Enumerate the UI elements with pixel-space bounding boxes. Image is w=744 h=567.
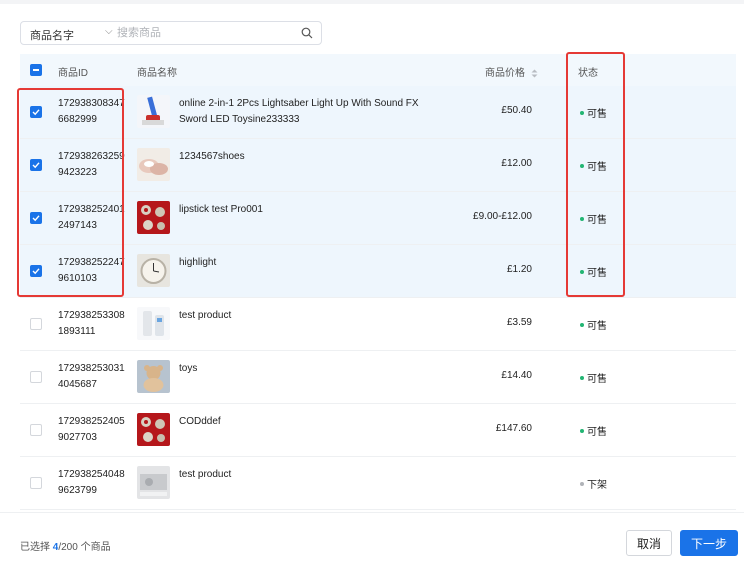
search-field-select[interactable]: 商品名字 — [30, 27, 74, 43]
product-thumbnail — [137, 413, 170, 446]
search-input[interactable] — [117, 25, 297, 41]
product-thumbnail — [137, 201, 170, 234]
header-product-id: 商品ID — [58, 68, 88, 79]
product-name: toys — [179, 363, 198, 374]
status-text: 可售 — [587, 374, 607, 385]
highlight-box-status — [566, 52, 625, 297]
table-row[interactable]: 1729382540489623799 test product 下架 — [20, 457, 736, 510]
selection-summary: 已选择 4/200 个商品 — [20, 542, 111, 553]
product-thumbnail — [137, 148, 170, 181]
status-dot-icon — [580, 482, 584, 487]
row-checkbox[interactable] — [30, 371, 42, 383]
status-badge: 可售 — [580, 423, 607, 438]
product-name: lipstick test Pro001 — [179, 204, 263, 215]
search-icon[interactable] — [301, 27, 313, 39]
product-name: test product — [179, 469, 232, 480]
table-row[interactable]: 1729383083476682999 online 2-in-1 2Pcs Li… — [20, 86, 736, 139]
product-price: £12.00 — [501, 158, 532, 169]
header-product-name: 商品名称 — [137, 68, 177, 79]
product-thumbnail — [137, 254, 170, 287]
status-dot-icon — [580, 376, 584, 381]
header-product-price[interactable]: 商品价格 — [485, 64, 538, 79]
status-text: 可售 — [587, 321, 607, 332]
table-row[interactable]: 1729382632599423223 1234567shoes £12.00 可售 — [20, 139, 736, 192]
product-price: £3.59 — [506, 317, 532, 328]
product-thumbnail — [137, 95, 170, 128]
product-id: 1729382540489623799 — [58, 469, 125, 496]
status-dot-icon — [580, 429, 584, 434]
product-name: test product — [179, 310, 232, 321]
status-badge: 可售 — [580, 317, 607, 332]
product-table: 商品ID 商品名称 商品价格 状态 1729383083476682999 onl… — [20, 54, 736, 510]
product-name: online 2-in-1 2Pcs Lightsaber Light Up W… — [179, 98, 419, 125]
product-thumbnail — [137, 466, 170, 499]
product-price: £147.60 — [495, 423, 532, 434]
table-row[interactable]: 1729382530314045687 toys £14.40 可售 — [20, 351, 736, 404]
product-id: 1729382530314045687 — [58, 363, 125, 390]
product-id: 1729382533081893111 — [58, 310, 125, 337]
table-row[interactable]: 1729382522479610103 highlight £1.20 可售 — [20, 245, 736, 298]
next-button[interactable]: 下一步 — [680, 530, 738, 556]
product-name: highlight — [179, 257, 217, 268]
footer-bar: 已选择 4/200 个商品 取消 下一步 — [0, 512, 744, 567]
table-row[interactable]: 1729382524059027703 CODddef £147.60 可售 — [20, 404, 736, 457]
top-strip — [0, 0, 744, 4]
table-row[interactable]: 1729382533081893111 test product £3.59 可售 — [20, 298, 736, 351]
status-badge: 下架 — [580, 476, 607, 491]
cancel-button[interactable]: 取消 — [626, 530, 672, 556]
select-all-checkbox[interactable] — [30, 64, 42, 76]
product-price: £14.40 — [501, 370, 532, 381]
table-row[interactable]: 1729382524012497143 lipstick test Pro001 £… — [20, 192, 736, 245]
sort-icon[interactable] — [531, 69, 538, 78]
product-price: £9.00-£12.00 — [473, 211, 532, 222]
status-dot-icon — [580, 323, 584, 328]
product-price: £1.20 — [506, 264, 532, 275]
product-id: 1729382524059027703 — [58, 416, 125, 443]
row-checkbox[interactable] — [30, 318, 42, 330]
row-checkbox[interactable] — [30, 477, 42, 489]
chevron-down-icon[interactable]: ⌵ — [105, 26, 113, 37]
product-thumbnail — [137, 307, 170, 340]
product-name: CODddef — [179, 416, 221, 427]
product-thumbnail — [137, 360, 170, 393]
highlight-box-ids — [17, 88, 124, 297]
product-name: 1234567shoes — [179, 151, 245, 162]
row-checkbox[interactable] — [30, 424, 42, 436]
status-text: 可售 — [587, 427, 607, 438]
table-header: 商品ID 商品名称 商品价格 状态 — [20, 54, 736, 86]
status-badge: 可售 — [580, 370, 607, 385]
product-price: £50.40 — [501, 105, 532, 116]
status-text: 下架 — [587, 480, 607, 491]
search-bar: 商品名字 ⌵ — [20, 21, 322, 45]
